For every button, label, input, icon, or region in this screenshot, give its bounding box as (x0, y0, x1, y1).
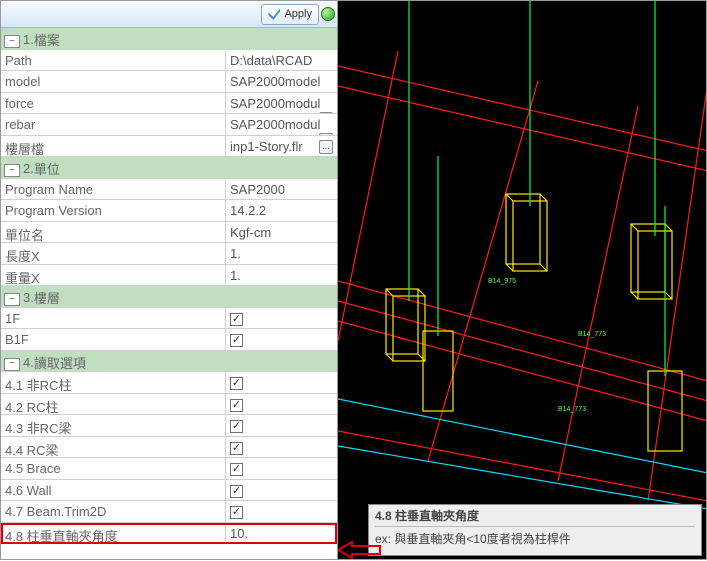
section-num: 4. (23, 355, 34, 370)
section-header-unit[interactable]: − 2. 單位 (1, 157, 337, 179)
collapse-icon[interactable]: − (4, 35, 20, 48)
section-header-file[interactable]: − 1. 檔案 (1, 28, 337, 50)
model-viewport[interactable]: B14_975 B14_773 B14_773 4.8 柱垂直軸夾角度 ex: … (338, 0, 707, 560)
help-body: ex: 與垂直軸夾角<10度者視為柱桿件 (375, 530, 695, 547)
section-num: 1. (23, 32, 34, 47)
label: 4.4 RC梁 (1, 437, 226, 458)
structural-3d-wireframe: B14_975 B14_773 B14_773 (338, 1, 706, 560)
value[interactable]: 1. (226, 265, 337, 286)
label: 重量X (1, 265, 226, 286)
checkbox[interactable] (230, 463, 243, 476)
label: force (1, 93, 226, 114)
label: 4.2 RC柱 (1, 394, 226, 415)
row-story-b1f[interactable]: B1F (1, 329, 337, 351)
dropdown-icon[interactable]: ▾ (319, 112, 333, 114)
value[interactable]: 1. (226, 243, 337, 264)
section-header-story[interactable]: − 3. 樓層 (1, 286, 337, 308)
checkbox[interactable] (230, 485, 243, 498)
row-4-5[interactable]: 4.5 Brace (1, 458, 337, 480)
checkbox[interactable] (230, 334, 243, 347)
label: 4.7 Beam.Trim2D (1, 501, 226, 522)
value[interactable]: D:\data\RCAD (226, 50, 337, 71)
row-force[interactable]: force SAP2000modul▾ (1, 93, 337, 115)
value: Kgf-cm (226, 222, 337, 243)
svg-text:B14_975: B14_975 (488, 278, 516, 285)
row-4-3[interactable]: 4.3 非RC梁 (1, 415, 337, 437)
section-title: 檔案 (34, 30, 60, 48)
row-length-x[interactable]: 長度X 1. (1, 243, 337, 265)
checkbox[interactable] (230, 420, 243, 433)
row-weight-x[interactable]: 重量X 1. (1, 265, 337, 287)
row-4-8-column-angle[interactable]: 4.8 柱垂直軸夾角度 10. (1, 523, 337, 545)
checkbox[interactable] (230, 377, 243, 390)
row-program-name[interactable]: Program Name SAP2000 (1, 179, 337, 201)
label: 長度X (1, 243, 226, 264)
row-4-4[interactable]: 4.4 RC梁 (1, 437, 337, 459)
property-panel: Apply − 1. 檔案 Path D:\data\RCAD model SA… (0, 0, 338, 560)
label: 1F (1, 308, 226, 329)
checkbox[interactable] (230, 506, 243, 519)
label: 4.6 Wall (1, 480, 226, 501)
label: 4.8 柱垂直軸夾角度 (1, 523, 226, 544)
checkbox[interactable] (230, 442, 243, 455)
row-4-2[interactable]: 4.2 RC柱 (1, 394, 337, 416)
svg-text:B14_773: B14_773 (578, 331, 606, 338)
section-num: 3. (23, 290, 34, 305)
checkbox[interactable] (230, 313, 243, 326)
label: 4.3 非RC梁 (1, 415, 226, 436)
section-title: 讀取選項 (34, 353, 86, 371)
row-rebar[interactable]: rebar SAP2000modul▾ (1, 114, 337, 136)
value[interactable]: SAP2000model (226, 71, 337, 92)
label: Path (1, 50, 226, 71)
row-model[interactable]: model SAP2000model (1, 71, 337, 93)
value[interactable]: inp1-Story.flr… (226, 136, 337, 157)
label: 樓層檔 (1, 136, 226, 157)
help-title: 4.8 柱垂直軸夾角度 (375, 507, 695, 527)
label: model (1, 71, 226, 92)
status-indicator-icon[interactable] (321, 7, 335, 21)
apply-check-icon (268, 8, 280, 20)
section-title: 樓層 (34, 288, 60, 306)
panel-toolbar: Apply (1, 1, 337, 28)
row-4-7[interactable]: 4.7 Beam.Trim2D (1, 501, 337, 523)
checkbox[interactable] (230, 399, 243, 412)
value[interactable]: SAP2000modul▾ (226, 114, 337, 135)
value: SAP2000 (226, 179, 337, 200)
apply-button[interactable]: Apply (261, 4, 319, 25)
value[interactable]: SAP2000modul▾ (226, 93, 337, 114)
section-title: 單位 (34, 159, 60, 177)
value[interactable]: 10. (226, 523, 337, 544)
property-help-panel: 4.8 柱垂直軸夾角度 ex: 與垂直軸夾角<10度者視為柱桿件 (368, 504, 702, 556)
row-unit-name[interactable]: 單位名 Kgf-cm (1, 222, 337, 244)
row-path[interactable]: Path D:\data\RCAD (1, 50, 337, 72)
row-story-1f[interactable]: 1F (1, 308, 337, 330)
section-header-read-options[interactable]: − 4. 讀取選項 (1, 351, 337, 373)
apply-label: Apply (284, 8, 312, 20)
collapse-icon[interactable]: − (4, 358, 20, 371)
svg-text:B14_773: B14_773 (558, 406, 586, 413)
label: B1F (1, 329, 226, 350)
dropdown-icon[interactable]: ▾ (319, 133, 333, 135)
section-num: 2. (23, 161, 34, 176)
value: 14.2.2 (226, 200, 337, 221)
row-program-version[interactable]: Program Version 14.2.2 (1, 200, 337, 222)
label: rebar (1, 114, 226, 135)
label: Program Version (1, 200, 226, 221)
property-grid: − 1. 檔案 Path D:\data\RCAD model SAP2000m… (1, 28, 337, 559)
label: Program Name (1, 179, 226, 200)
label: 4.5 Brace (1, 458, 226, 479)
row-4-6[interactable]: 4.6 Wall (1, 480, 337, 502)
label: 4.1 非RC柱 (1, 372, 226, 393)
row-story-file[interactable]: 樓層檔 inp1-Story.flr… (1, 136, 337, 158)
collapse-icon[interactable]: − (4, 164, 20, 177)
row-4-1[interactable]: 4.1 非RC柱 (1, 372, 337, 394)
app-root: Apply − 1. 檔案 Path D:\data\RCAD model SA… (0, 0, 707, 561)
collapse-icon[interactable]: − (4, 293, 20, 306)
browse-icon[interactable]: … (319, 140, 333, 154)
label: 單位名 (1, 222, 226, 243)
